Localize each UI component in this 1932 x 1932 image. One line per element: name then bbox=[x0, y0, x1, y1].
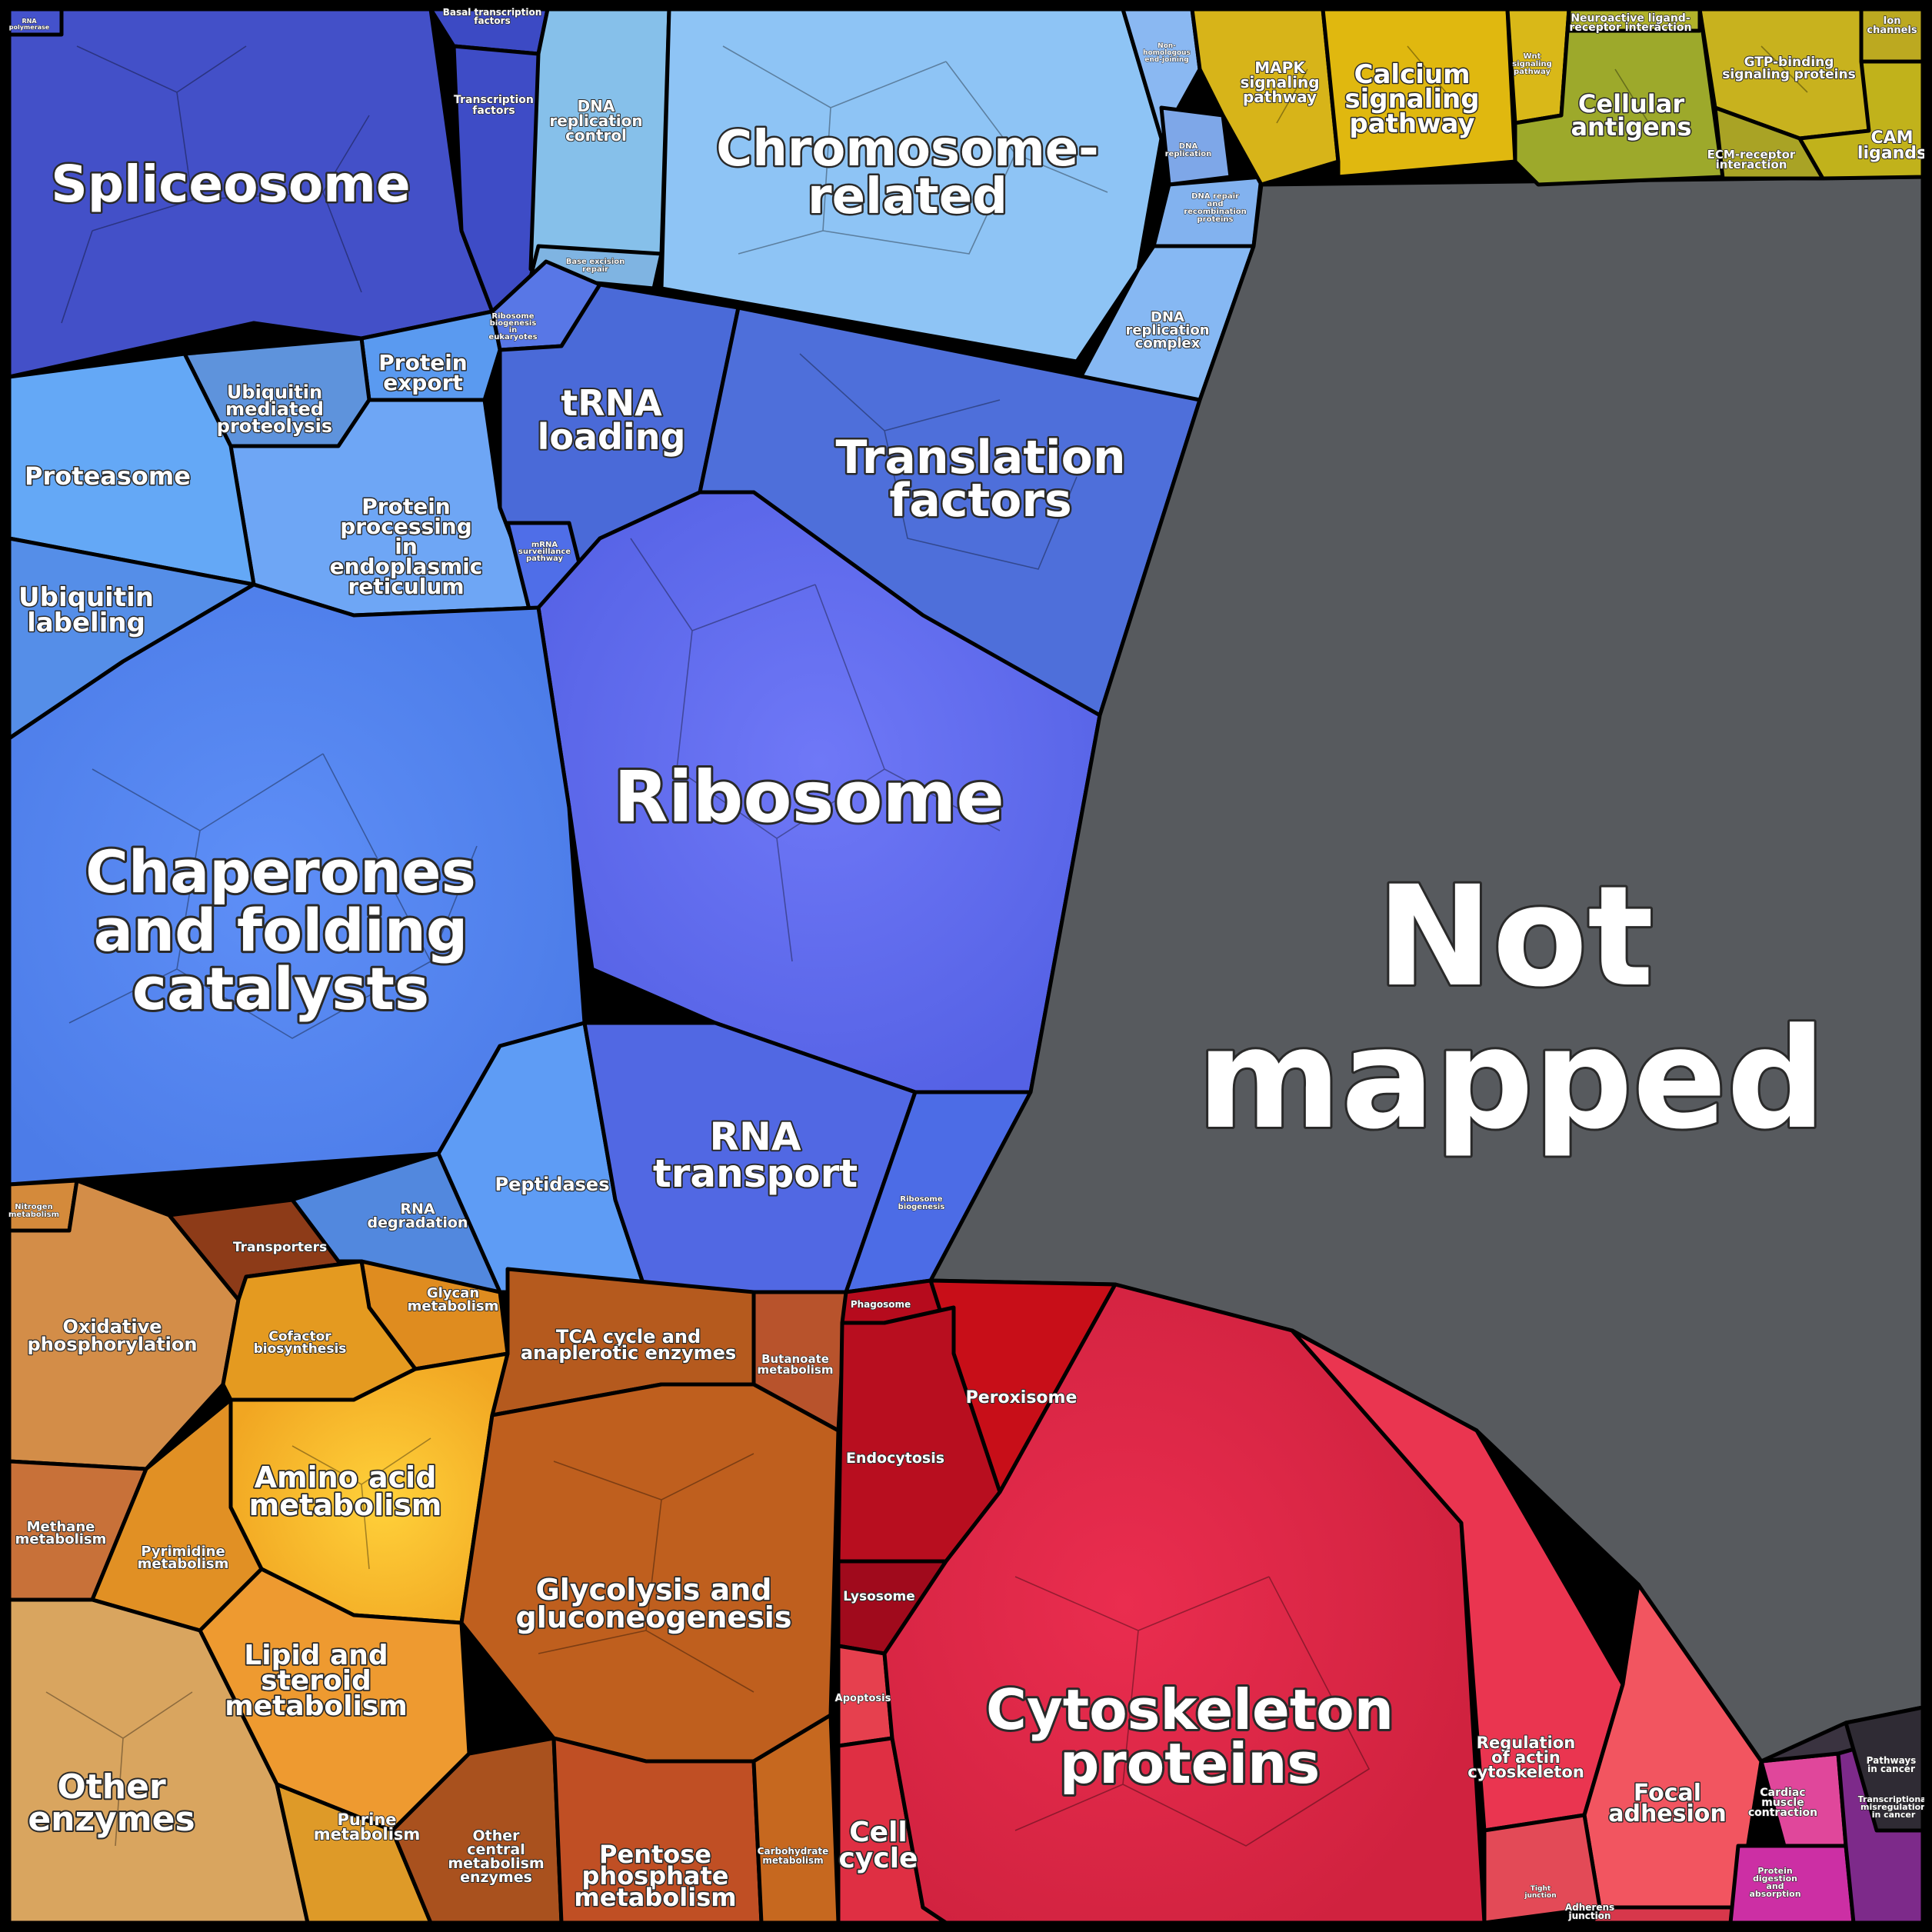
label-ribosome-biogenesis: Ribosome biogenesis bbox=[898, 1195, 945, 1211]
label-cellular-antigens: Cellular antigens bbox=[1571, 89, 1691, 142]
label-adherens-junction: Adherens junction bbox=[1565, 1902, 1614, 1921]
label-protein-export: Protein export bbox=[378, 350, 467, 395]
label-calcium: Calcium signaling pathway bbox=[1344, 59, 1479, 139]
label-pyrimidine: Pyrimidine metabolism bbox=[138, 1544, 229, 1572]
label-spliceosome: Spliceosome bbox=[51, 155, 410, 214]
label-endocytosis: Endocytosis bbox=[846, 1450, 944, 1467]
label-nitrogen: Nitrogen metabolism bbox=[8, 1203, 59, 1219]
label-ubiquitin-proteolysis: Ubiquitin mediated proteolysis bbox=[217, 381, 332, 437]
label-glycolysis: Glycolysis and gluconeogenesis bbox=[516, 1573, 792, 1634]
label-proteasome: Proteasome bbox=[25, 461, 191, 491]
label-cell-cycle: Cell cycle bbox=[839, 1817, 918, 1874]
label-ubiquitin-labeling: Ubiquitin labeling bbox=[18, 582, 154, 638]
label-neuroactive: Neuroactive ligand-receptor interaction bbox=[1570, 12, 1692, 34]
label-carbohydrate: Carbohydrate metabolism bbox=[758, 1846, 829, 1866]
region-protein-digestion[interactable] bbox=[1728, 1844, 1856, 1925]
label-peptidases: Peptidases bbox=[495, 1174, 610, 1195]
proteomap-voronoi-treemap: Not mapped Spliceosome Chromosome-related… bbox=[0, 0, 1932, 1932]
label-ribosome-biogenesis-euk: Ribosome biogenesis in eukaryotes bbox=[488, 312, 537, 341]
label-pathways-cancer: Pathways in cancer bbox=[1867, 1755, 1917, 1774]
label-methane: Methane metabolism bbox=[15, 1519, 107, 1547]
label-apoptosis: Apoptosis bbox=[835, 1693, 891, 1704]
label-amino-acid: Amino acid metabolism bbox=[249, 1461, 442, 1522]
label-butanoate: Butanoate metabolism bbox=[758, 1352, 834, 1377]
label-peroxisome: Peroxisome bbox=[966, 1388, 1078, 1407]
label-lysosome: Lysosome bbox=[843, 1589, 915, 1604]
label-ribosome: Ribosome bbox=[614, 756, 1004, 838]
label-chaperones: Chaperones and folding catalysts bbox=[85, 838, 476, 1023]
label-ecm: ECM-receptor interaction bbox=[1707, 148, 1796, 172]
label-phagosome: Phagosome bbox=[851, 1299, 911, 1310]
label-transporters: Transporters bbox=[233, 1240, 327, 1255]
